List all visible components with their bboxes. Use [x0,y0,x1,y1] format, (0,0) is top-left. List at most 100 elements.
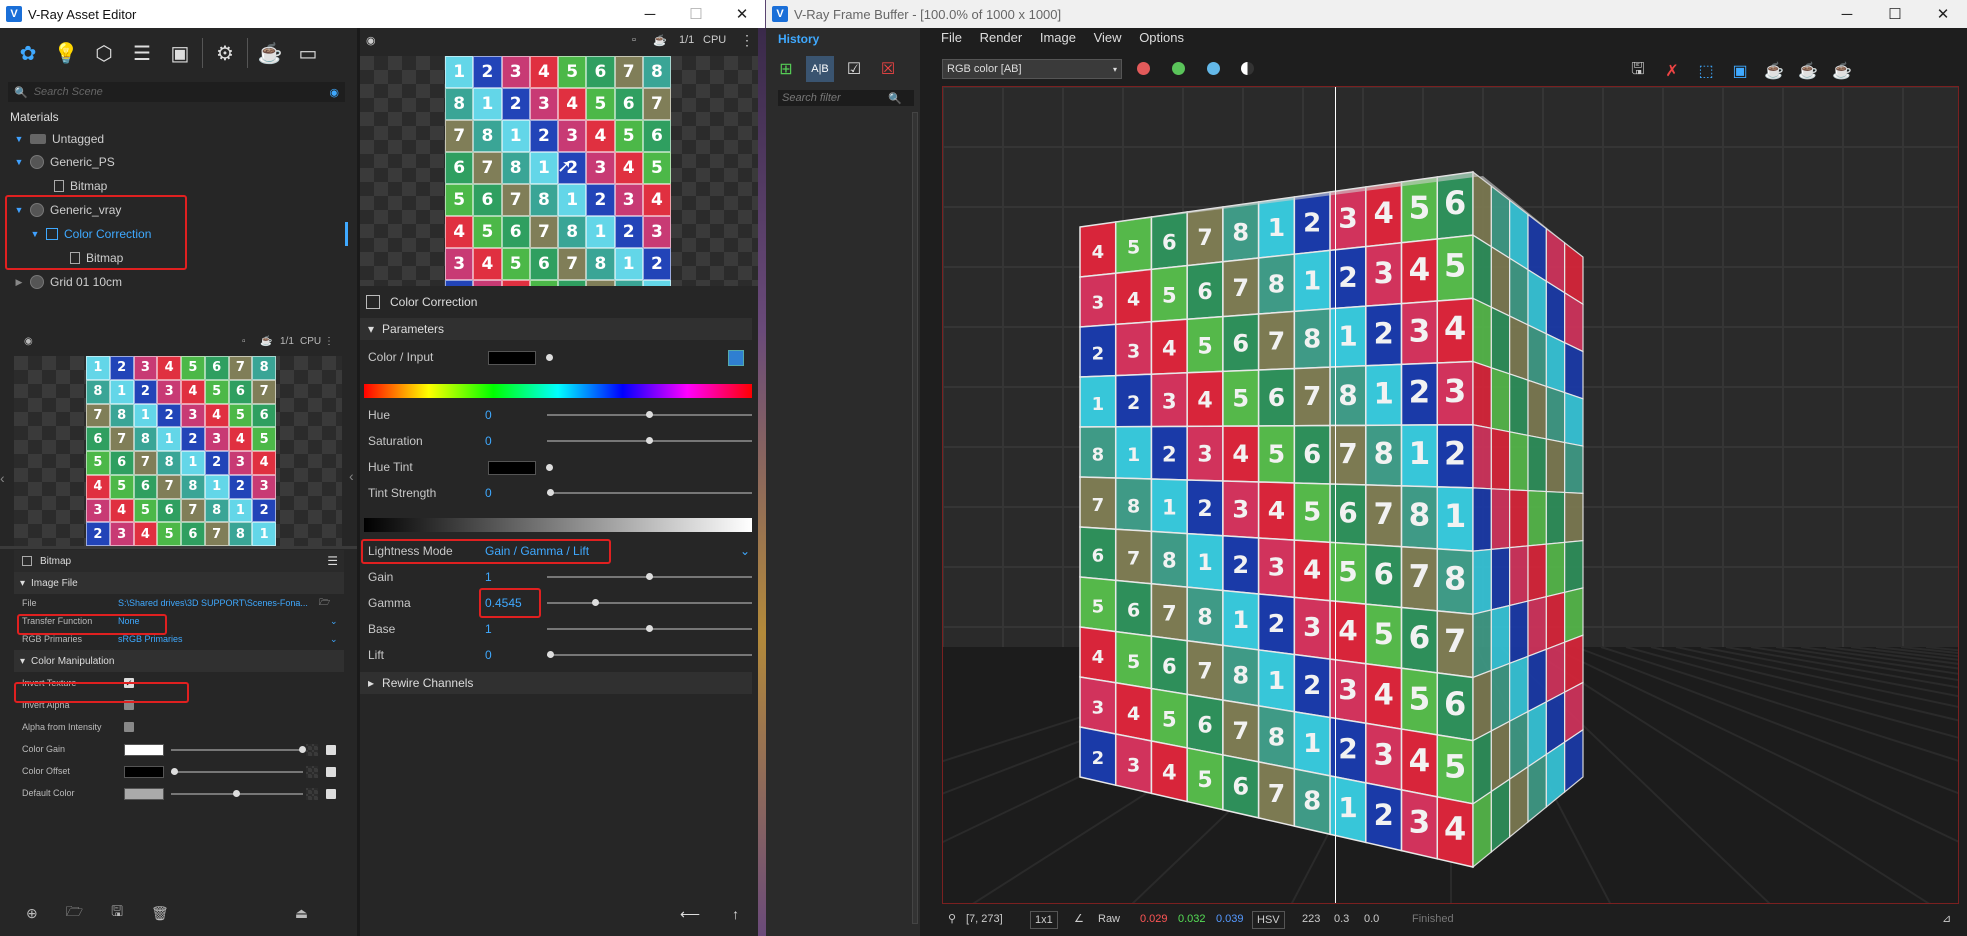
default-color-enable-checkbox[interactable] [326,789,336,799]
save-image-icon[interactable]: 🖫 [1624,58,1652,84]
menu-render[interactable]: Render [980,30,1023,45]
close-button[interactable]: ✕ [719,5,765,23]
color-gain-enable-checkbox[interactable] [326,745,336,755]
file-path[interactable]: S:\Shared drives\3D SUPPORT\Scenes-Fona.… [118,598,313,608]
tree-item-bitmap[interactable]: Bitmap [50,175,107,197]
purge-icon[interactable]: ⏏ [295,905,308,922]
saturation-slider[interactable] [547,437,752,444]
panel-splitter[interactable] [0,546,357,549]
gamma-slider[interactable] [547,599,752,606]
minimize-button[interactable]: ─ [627,6,673,23]
red-channel-button[interactable] [1137,62,1150,75]
maximize-button[interactable]: ☐ [1871,5,1919,23]
color-offset-swatch[interactable] [124,766,164,778]
history-search[interactable]: Search filter 🔍 [778,90,914,106]
preview-cpu[interactable]: CPU [300,336,321,347]
chevron-down-icon[interactable]: ⌄ [330,634,338,645]
default-color-slider[interactable] [171,790,303,797]
parameters-section[interactable]: ▾ Parameters [360,318,752,340]
color-input-slider-knob[interactable] [546,354,553,361]
up-arrow-icon[interactable]: ↑ [732,906,739,923]
menu-file[interactable]: File [941,30,962,45]
panel-options-icon[interactable]: ☰ [327,554,338,568]
menu-options[interactable]: Options [1139,30,1184,45]
tab-history[interactable]: History [778,32,819,46]
color-gain-swatch[interactable] [124,744,164,756]
preview-ratio[interactable]: 1/1 [280,336,294,347]
preview-toggle-icon[interactable]: ◉ [366,34,376,47]
search-input[interactable]: Search filter [782,92,841,104]
maximize-button[interactable]: ☐ [673,5,719,23]
hue-tint-slider-knob[interactable] [546,464,553,471]
render-last-icon[interactable]: ☕ [1794,58,1822,84]
alpha-from-intensity-checkbox[interactable] [124,722,134,732]
collapse-panel-icon[interactable]: ‹ [349,468,354,484]
expand-arrow-icon[interactable]: ▼ [14,134,24,144]
pick-color-icon[interactable]: ∠ [1074,908,1084,930]
texture-slot-icon[interactable] [306,766,318,778]
textures-category-icon[interactable]: ▣ [164,41,196,66]
preview-shape-icon[interactable]: ▫ [242,336,246,347]
base-slider[interactable] [547,625,752,632]
channel-select[interactable]: RGB color [AB] ▾ [942,59,1122,79]
delete-history-icon[interactable]: ☒ [874,56,902,82]
preview-menu-icon[interactable]: ⋮ [324,336,334,347]
saturation-value[interactable]: 0 [485,434,492,448]
texture-slot-icon[interactable] [728,350,744,366]
chevron-down-icon[interactable]: ⌄ [330,616,338,627]
lights-category-icon[interactable]: 💡 [50,41,82,66]
color-mode-select[interactable]: HSV [1252,911,1285,929]
collapse-left-icon[interactable]: ‹ [0,470,5,486]
frame-buffer-icon[interactable]: ▭ [292,41,324,66]
region-render-icon[interactable]: ⬚ [1692,58,1720,84]
interactive-render-icon[interactable]: ☕ [1760,58,1788,84]
expand-arrow-icon[interactable]: ▼ [14,157,24,167]
save-file-icon[interactable]: 🖫 [111,901,123,925]
chevron-down-icon[interactable]: ⌄ [740,544,750,558]
preview-ratio[interactable]: 1/1 [679,34,694,46]
color-input-swatch[interactable] [488,351,536,365]
menu-image[interactable]: Image [1040,30,1076,45]
alpha-channel-button[interactable] [1241,62,1254,75]
tree-item-untagged[interactable]: ▼ Untagged [14,128,105,150]
rewire-channels-section[interactable]: ▸ Rewire Channels [360,672,752,694]
layers-category-icon[interactable]: ☰ [126,41,158,66]
tint-strength-slider[interactable] [547,489,752,496]
load-history-icon[interactable]: ☑ [840,56,868,82]
preview-cpu[interactable]: CPU [703,34,726,46]
pin-icon[interactable]: ⚲ [948,908,956,930]
render-teapot-icon[interactable]: ☕ [254,41,286,66]
preview-scene-icon[interactable]: ☕ [260,336,272,347]
render-icon[interactable]: ☕ [1828,58,1856,84]
collapse-arrow-icon[interactable]: ▶ [14,277,24,288]
hue-value[interactable]: 0 [485,408,492,422]
scene-search[interactable]: 🔍 Search Scene ◉ [8,82,345,102]
geometry-category-icon[interactable]: ⬡ [88,41,120,66]
folder-icon[interactable]: 🗁 [319,595,330,611]
default-color-swatch[interactable] [124,788,164,800]
search-input[interactable]: Search Scene [34,86,103,98]
color-manipulation-section[interactable]: ▾ Color Manipulation [14,650,344,672]
tree-item-generic-ps[interactable]: ▼ Generic_PS [14,151,115,173]
create-asset-icon[interactable]: ⊕ [26,905,38,922]
ab-compare-divider[interactable] [1335,87,1336,903]
color-gain-slider[interactable] [171,746,306,753]
gain-slider[interactable] [547,573,752,580]
image-file-section[interactable]: ▾ Image File [14,572,344,594]
color-offset-enable-checkbox[interactable] [326,767,336,777]
raw-label[interactable]: Raw [1098,908,1120,930]
menu-view[interactable]: View [1094,30,1122,45]
minimize-button[interactable]: ─ [1823,6,1871,23]
texture-slot-icon[interactable] [306,744,318,756]
lift-slider[interactable] [547,651,752,658]
clear-image-icon[interactable]: ✗ [1658,58,1686,84]
zoom-ratio-select[interactable]: 1x1 [1030,911,1058,929]
resize-grip-icon[interactable]: ⊿ [1942,908,1951,930]
tint-strength-value[interactable]: 0 [485,486,492,500]
color-offset-slider[interactable] [171,768,303,775]
hue-tint-swatch[interactable] [488,461,536,475]
back-arrow-icon[interactable]: ⟵ [680,906,700,923]
base-value[interactable]: 1 [485,622,492,636]
track-mouse-icon[interactable]: ▣ [1726,58,1754,84]
lift-value[interactable]: 0 [485,648,492,662]
